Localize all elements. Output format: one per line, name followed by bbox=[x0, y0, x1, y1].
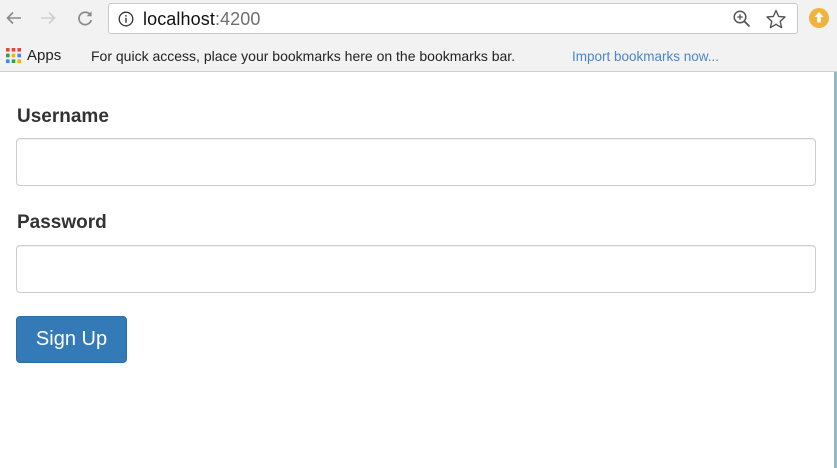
url-host: localhost bbox=[143, 9, 215, 29]
forward-arrow-icon bbox=[41, 11, 56, 25]
password-label: Password bbox=[17, 212, 107, 233]
import-bookmarks-link[interactable]: Import bookmarks now... bbox=[572, 49, 719, 64]
page-content: Username Password Sign Up bbox=[0, 72, 837, 468]
back-arrow-icon bbox=[6, 11, 21, 25]
browser-window: localhost:4200 Apps For quick access, pl… bbox=[0, 0, 837, 468]
username-input[interactable] bbox=[16, 138, 816, 186]
browser-toolbar: localhost:4200 bbox=[0, 0, 837, 38]
info-icon[interactable] bbox=[118, 11, 134, 27]
bookmarks-hint: For quick access, place your bookmarks h… bbox=[91, 48, 516, 64]
url-text[interactable]: localhost:4200 bbox=[143, 9, 261, 30]
reload-button[interactable] bbox=[73, 6, 97, 30]
zoom-icon[interactable] bbox=[732, 9, 752, 29]
url-port: :4200 bbox=[214, 9, 261, 29]
address-bar[interactable]: localhost:4200 bbox=[108, 3, 798, 34]
back-button[interactable] bbox=[2, 6, 26, 30]
apps-label: Apps bbox=[27, 46, 62, 64]
star-icon[interactable] bbox=[765, 8, 787, 30]
reload-icon bbox=[78, 11, 93, 26]
forward-button[interactable] bbox=[36, 6, 60, 30]
apps-shortcut[interactable]: Apps bbox=[6, 46, 61, 64]
username-label: Username bbox=[17, 106, 109, 127]
bookmarks-bar: Apps For quick access, place your bookma… bbox=[0, 38, 837, 72]
password-input[interactable] bbox=[16, 245, 816, 293]
apps-grid-icon bbox=[6, 47, 21, 63]
sign-up-button[interactable]: Sign Up bbox=[16, 316, 127, 363]
extension-icon[interactable] bbox=[808, 7, 830, 29]
